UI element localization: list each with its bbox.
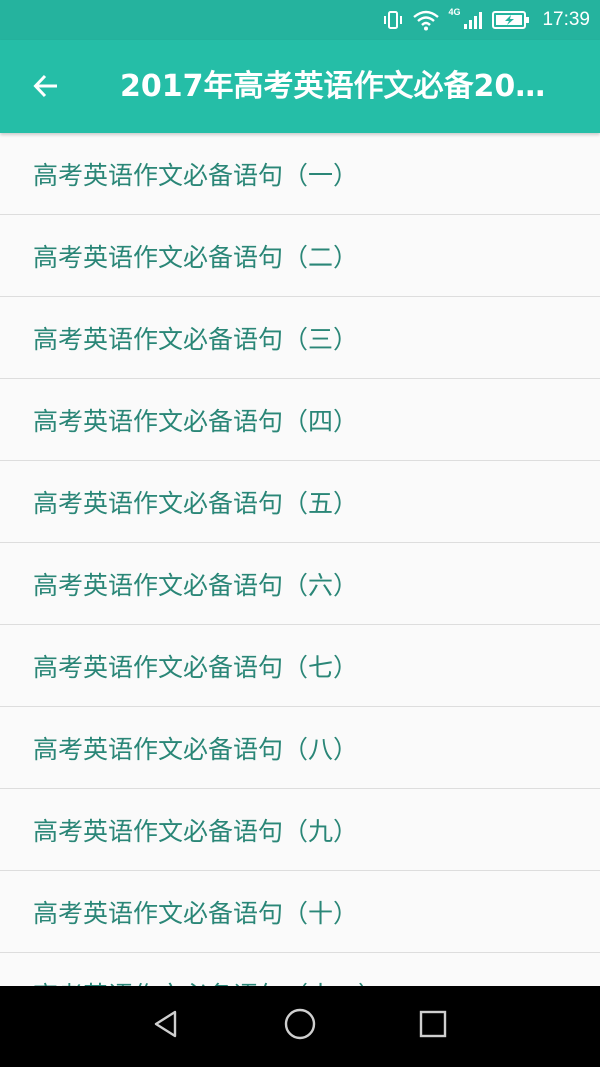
article-list[interactable]: 高考英语作文必备语句（一） 高考英语作文必备语句（二） 高考英语作文必备语句（三… <box>0 133 600 986</box>
home-circle-icon <box>283 1007 317 1045</box>
list-item[interactable]: 高考英语作文必备语句（七） <box>0 625 600 707</box>
list-item-label: 高考英语作文必备语句（一） <box>33 160 359 190</box>
list-item[interactable]: 高考英语作文必备语句（十一） <box>0 953 600 987</box>
back-triangle-icon <box>151 1009 181 1043</box>
network-type-label: 4G <box>448 7 461 17</box>
list-item[interactable]: 高考英语作文必备语句（五） <box>0 461 600 543</box>
list-item-label: 高考英语作文必备语句（九） <box>33 816 359 846</box>
list-item-label: 高考英语作文必备语句（八） <box>33 734 359 764</box>
list-item-label: 高考英语作文必备语句（二） <box>33 242 359 272</box>
list-item-label: 高考英语作文必备语句（十一） <box>33 976 383 987</box>
list-item[interactable]: 高考英语作文必备语句（四） <box>0 379 600 461</box>
list-item-label: 高考英语作文必备语句（六） <box>33 570 359 600</box>
toolbar: 2017年高考英语作文必备20… <box>0 40 600 133</box>
battery-charging-icon <box>492 10 530 30</box>
nav-recents-button[interactable] <box>413 1006 453 1046</box>
back-button[interactable] <box>22 64 70 112</box>
vibrate-icon <box>382 9 404 31</box>
list-item[interactable]: 高考英语作文必备语句（十） <box>0 871 600 953</box>
list-item-label: 高考英语作文必备语句（五） <box>33 488 359 518</box>
status-time: 17:39 <box>542 9 590 30</box>
list-item[interactable]: 高考英语作文必备语句（八） <box>0 707 600 789</box>
status-icons: 4G 17:39 <box>382 0 590 40</box>
status-bar: 4G 17:39 <box>0 0 600 40</box>
navigation-bar <box>0 986 600 1067</box>
list-item[interactable]: 高考英语作文必备语句（一） <box>0 133 600 215</box>
list-item[interactable]: 高考英语作文必备语句（二） <box>0 215 600 297</box>
list-item-label: 高考英语作文必备语句（四） <box>33 406 359 436</box>
list-item[interactable]: 高考英语作文必备语句（三） <box>0 297 600 379</box>
list-item[interactable]: 高考英语作文必备语句（九） <box>0 789 600 871</box>
page-title: 2017年高考英语作文必备20… <box>120 69 546 104</box>
list-item-label: 高考英语作文必备语句（七） <box>33 652 359 682</box>
nav-back-button[interactable] <box>146 1006 186 1046</box>
arrow-left-icon <box>32 72 60 104</box>
signal-icon <box>462 9 484 31</box>
list-item[interactable]: 高考英语作文必备语句（六） <box>0 543 600 625</box>
recents-square-icon <box>418 1009 448 1043</box>
nav-home-button[interactable] <box>280 1006 320 1046</box>
wifi-icon <box>412 9 440 31</box>
list-item-label: 高考英语作文必备语句（三） <box>33 324 359 354</box>
list-item-label: 高考英语作文必备语句（十） <box>33 898 359 928</box>
screen: 4G 17:39 2017年高考英语作文必备20… 高考英语作文必备语句（一） … <box>0 0 600 1067</box>
